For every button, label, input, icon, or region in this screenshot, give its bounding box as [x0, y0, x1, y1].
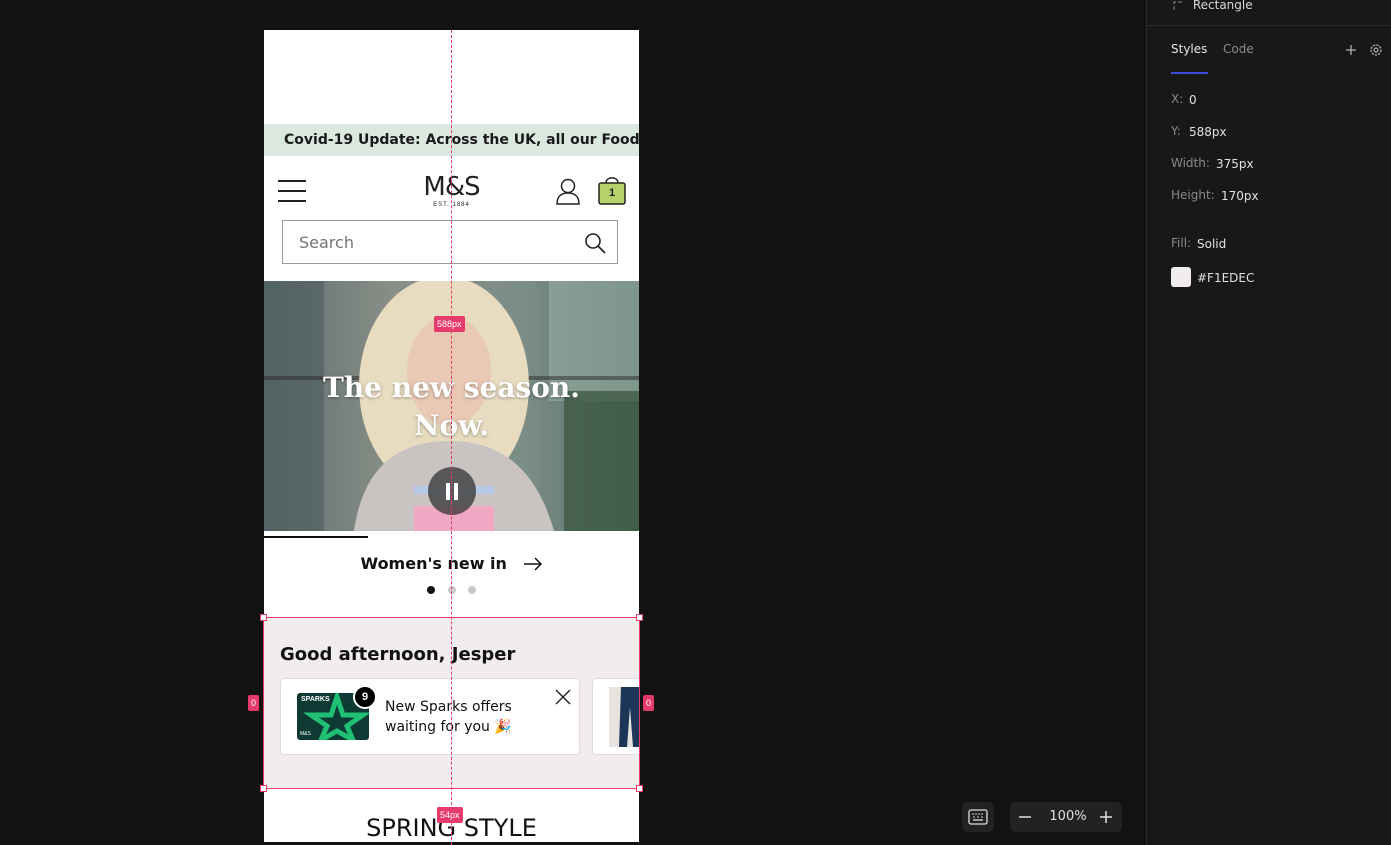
fill-color-swatch[interactable] — [1171, 267, 1191, 287]
width-label: Width: — [1171, 156, 1210, 170]
bag-count: 1 — [608, 187, 616, 199]
tab-styles[interactable]: Styles — [1171, 42, 1207, 56]
x-label: X: — [1171, 92, 1184, 106]
pause-button[interactable] — [428, 467, 476, 515]
plus-icon[interactable] — [1345, 44, 1357, 56]
slide-progress — [264, 536, 368, 538]
carousel-dot[interactable] — [427, 586, 435, 594]
inspector-panel: Rectangle Styles Code X: 0 Y: 588px Widt… — [1146, 0, 1391, 845]
search-input[interactable] — [299, 231, 559, 253]
zoom-in-icon[interactable] — [1098, 809, 1114, 825]
distance-bottom-label: 54px — [437, 807, 463, 823]
width-value[interactable]: 375px — [1216, 157, 1254, 171]
resize-handle[interactable] — [636, 785, 643, 792]
zoom-out-icon[interactable] — [1017, 809, 1033, 825]
carousel-dot[interactable] — [468, 586, 476, 594]
layer-name-row[interactable]: Rectangle — [1173, 0, 1253, 12]
x-value[interactable]: 0 — [1189, 93, 1197, 107]
height-label: Height: — [1171, 188, 1215, 202]
covid-banner-text: Covid-19 Update: Across the UK, all our … — [284, 132, 639, 148]
resize-handle[interactable] — [636, 614, 643, 621]
tab-code[interactable]: Code — [1223, 42, 1254, 56]
search-icon[interactable] — [583, 231, 607, 255]
selection-outline[interactable] — [263, 617, 640, 789]
distance-right-label: 0 — [643, 695, 655, 711]
resize-handle[interactable] — [260, 785, 267, 792]
y-label: Y: — [1171, 124, 1181, 138]
account-icon[interactable] — [555, 177, 581, 205]
arrow-right-icon — [523, 556, 542, 571]
search-field[interactable] — [282, 220, 618, 264]
zoom-level[interactable]: 100% — [1045, 809, 1091, 824]
fill-label: Fill: — [1171, 236, 1192, 250]
height-value[interactable]: 170px — [1221, 189, 1259, 203]
distance-left-label: 0 — [248, 695, 260, 711]
carousel-dot[interactable] — [448, 586, 456, 594]
fill-type[interactable]: Solid — [1197, 237, 1226, 251]
divider — [1147, 25, 1391, 26]
gear-icon[interactable] — [1369, 43, 1383, 57]
distance-top-label: 588px — [434, 316, 465, 332]
keyboard-icon — [968, 809, 988, 825]
fill-color-value[interactable]: #F1EDEC — [1197, 271, 1254, 285]
y-value[interactable]: 588px — [1189, 125, 1227, 139]
resize-handle[interactable] — [260, 614, 267, 621]
active-tab-indicator — [1171, 72, 1208, 74]
design-canvas[interactable]: Covid-19 Update: Across the UK, all our … — [0, 0, 1146, 845]
keyboard-shortcuts-button[interactable] — [962, 802, 994, 832]
rectangle-icon — [1173, 1, 1182, 10]
